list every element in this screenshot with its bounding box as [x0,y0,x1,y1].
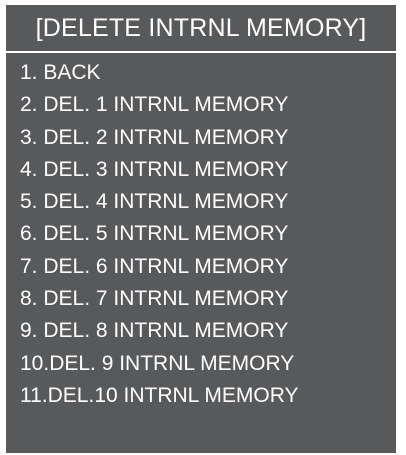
menu-title: [DELETE INTRNL MEMORY] [6,5,396,53]
menu-item-delete-memory-10[interactable]: 11.DEL.10 INTRNL MEMORY [6,380,396,412]
menu-item-delete-memory-4[interactable]: 5. DEL. 4 INTRNL MEMORY [6,186,396,218]
menu-item-delete-memory-2[interactable]: 3. DEL. 2 INTRNL MEMORY [6,122,396,154]
menu-item-delete-memory-6[interactable]: 7. DEL. 6 INTRNL MEMORY [6,251,396,283]
menu-list: 1. BACK 2. DEL. 1 INTRNL MEMORY 3. DEL. … [6,57,396,412]
menu-item-delete-memory-8[interactable]: 9. DEL. 8 INTRNL MEMORY [6,315,396,347]
menu-item-delete-memory-9[interactable]: 10.DEL. 9 INTRNL MEMORY [6,348,396,380]
menu-item-delete-memory-7[interactable]: 8. DEL. 7 INTRNL MEMORY [6,283,396,315]
menu-item-delete-memory-1[interactable]: 2. DEL. 1 INTRNL MEMORY [6,89,396,121]
menu-item-back[interactable]: 1. BACK [6,57,396,89]
menu-item-delete-memory-3[interactable]: 4. DEL. 3 INTRNL MEMORY [6,154,396,186]
menu-item-delete-memory-5[interactable]: 6. DEL. 5 INTRNL MEMORY [6,218,396,250]
delete-internal-memory-menu: [DELETE INTRNL MEMORY] 1. BACK 2. DEL. 1… [6,5,396,453]
